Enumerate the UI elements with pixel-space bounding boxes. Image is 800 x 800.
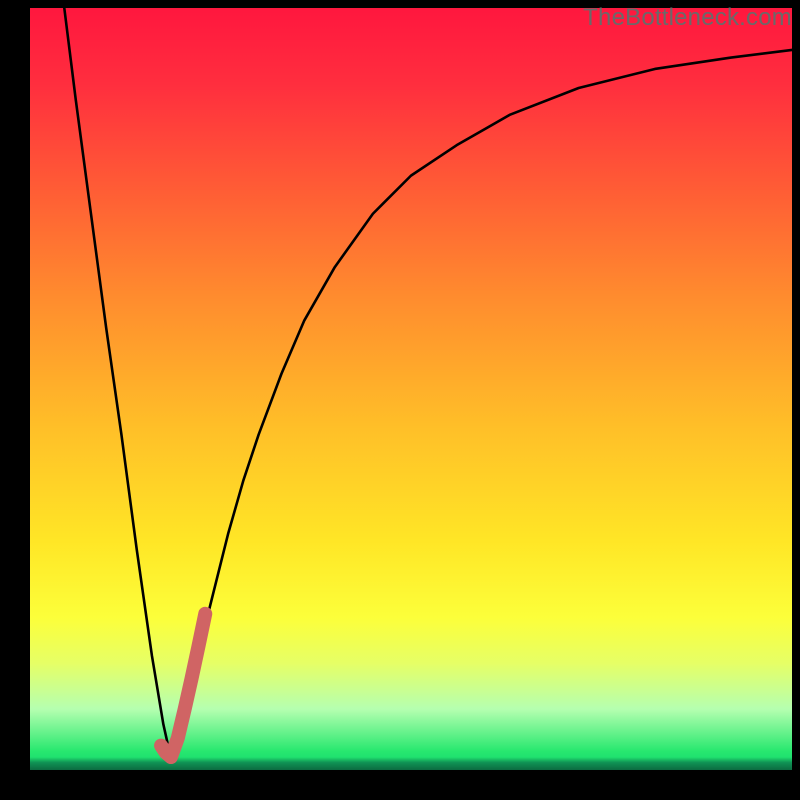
left-branch-curve: [64, 8, 171, 759]
curves-svg: [30, 8, 792, 770]
marker-hook: [161, 614, 205, 757]
watermark-text: TheBottleneck.com: [583, 4, 792, 32]
plot-area: [30, 8, 792, 770]
chart-frame: TheBottleneck.com: [0, 0, 800, 800]
right-branch-curve: [171, 50, 792, 759]
